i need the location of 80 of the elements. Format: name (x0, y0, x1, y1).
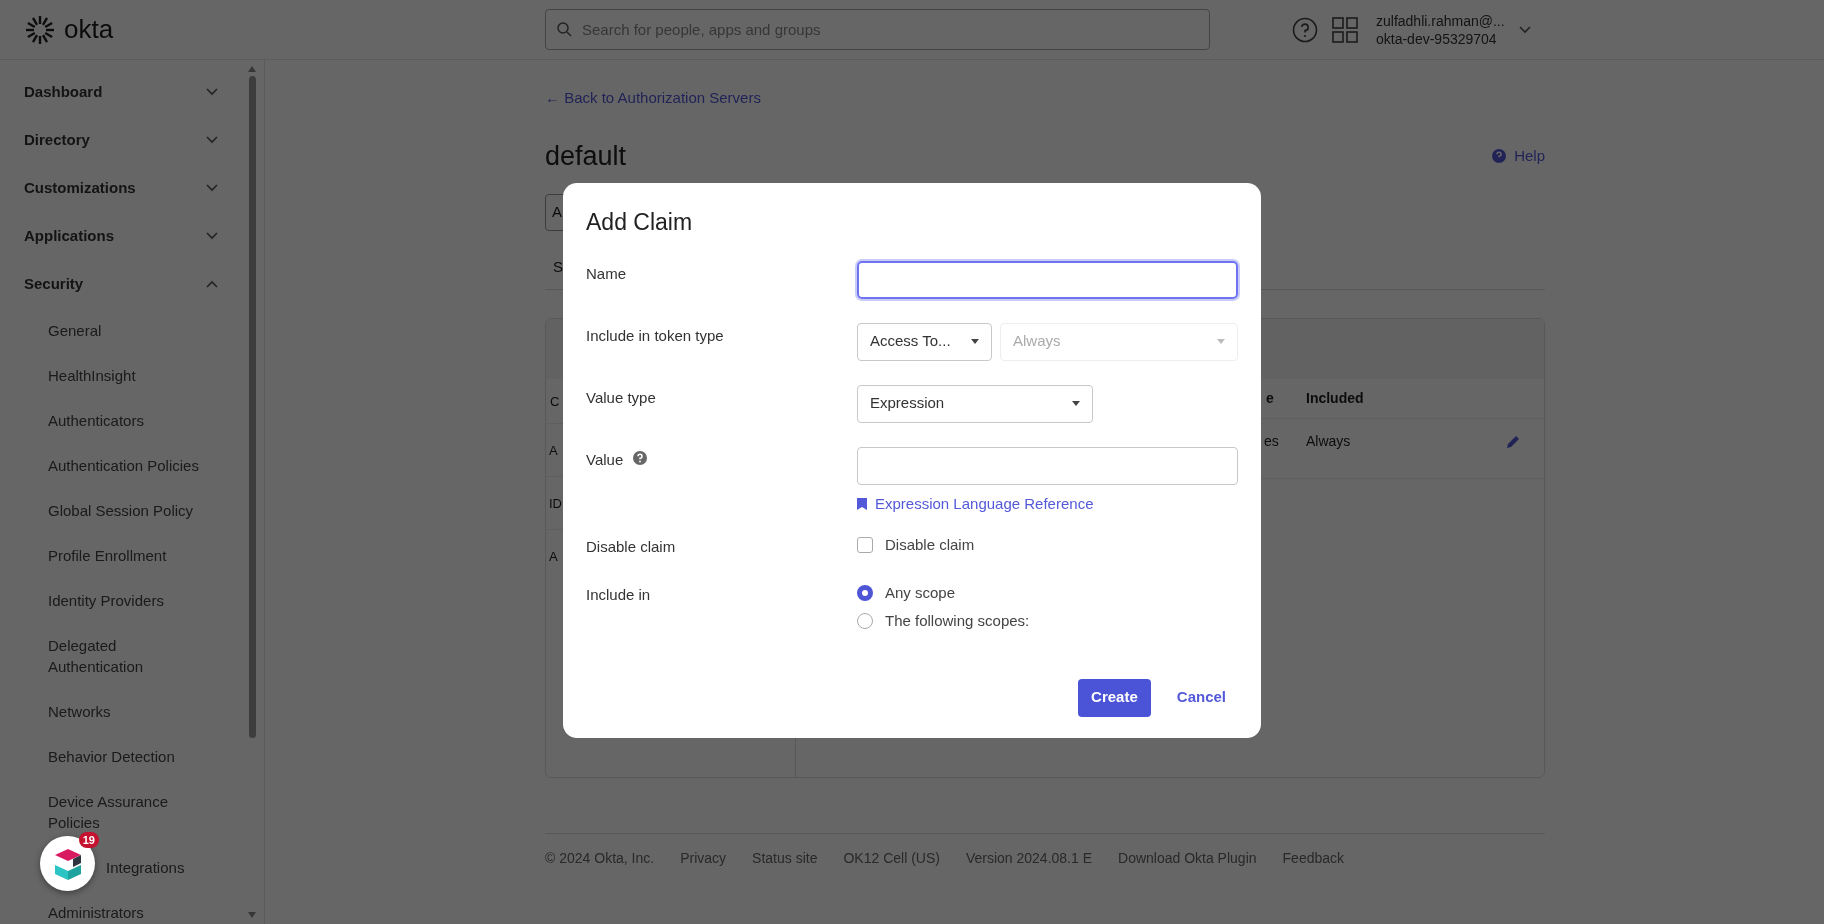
field-label: Value type (586, 387, 656, 408)
caret-icon (1072, 401, 1080, 406)
book-icon (857, 497, 867, 510)
nav-section[interactable]: Applications (24, 212, 218, 260)
nav-item[interactable]: HealthInsight (48, 365, 136, 386)
list-item[interactable]: A (549, 443, 558, 458)
footer-link[interactable]: Download Okta Plugin (1118, 848, 1257, 869)
column-header: e (1266, 389, 1275, 408)
checkbox-label: Disable claim (885, 535, 975, 555)
nav-item[interactable]: Integrations (106, 857, 185, 878)
user-name[interactable]: zulfadhli.rahman@... (1376, 11, 1505, 30)
nav-item[interactable]: Global Session Policy (48, 500, 194, 521)
name-input[interactable] (857, 260, 1238, 299)
create-button[interactable]: Create (1078, 678, 1151, 717)
edit-icon[interactable] (1506, 435, 1520, 449)
nav-item[interactable]: Identity Providers (48, 590, 164, 611)
help-icon (633, 450, 648, 465)
nav-item[interactable]: Behavior Detection (48, 746, 175, 767)
back-link[interactable]: ← Back to Authorization Servers (545, 87, 1545, 110)
scroll-down-icon[interactable] (248, 912, 256, 918)
field-label: Value (586, 449, 624, 470)
chevron-down-icon (1518, 25, 1531, 34)
nav-item[interactable]: Delegated Authentication (48, 635, 208, 677)
dropdown[interactable]: Access To... (857, 322, 992, 361)
nav-section[interactable]: Security (24, 260, 218, 308)
radio-label: Any scope (885, 582, 956, 603)
value-input[interactable] (857, 446, 1238, 485)
help-link[interactable]: Help (1514, 144, 1545, 167)
footer-link[interactable]: OK12 Cell (US) (843, 848, 940, 869)
notification-badge: 19 (78, 832, 99, 848)
scrollbar-thumb[interactable] (248, 76, 256, 738)
page-title: default (545, 139, 627, 173)
field-label: Include in (586, 584, 651, 605)
search-icon (557, 22, 572, 37)
chevron-down-icon (206, 184, 218, 192)
cancel-link[interactable]: Cancel (1174, 678, 1228, 717)
scroll-up-icon[interactable] (248, 66, 256, 72)
nav-section[interactable]: Dashboard (24, 68, 218, 116)
table-cell-text: Always (1306, 432, 1352, 451)
checkbox[interactable] (857, 537, 873, 554)
tab[interactable]: S (545, 258, 563, 275)
nav-item[interactable]: General (48, 320, 102, 341)
nav-item[interactable]: Networks (48, 701, 111, 722)
field-label: Disable claim (586, 537, 676, 557)
org-name: okta-dev-95329704 (1376, 29, 1498, 48)
dropdown[interactable]: Expression (857, 384, 1093, 423)
chevron-up-icon (206, 280, 218, 288)
list-item[interactable]: ID (549, 496, 562, 511)
footer-link[interactable]: Privacy (680, 848, 727, 869)
logo-text: okta (64, 13, 114, 46)
logo-icon (24, 13, 56, 46)
nav-item[interactable]: Profile Enrollment (48, 545, 167, 566)
list-item[interactable]: A (549, 549, 558, 564)
nav-section[interactable]: Directory (24, 116, 218, 164)
nav-item[interactable]: Authentication Policies (48, 455, 199, 476)
radio-button[interactable] (857, 584, 873, 601)
nav-item[interactable]: Device Assurance Policies (48, 791, 208, 833)
radio-button[interactable] (857, 613, 873, 630)
footer-link[interactable]: Feedback (1282, 848, 1345, 869)
chevron-down-icon (206, 136, 218, 144)
modal-title: Add Claim (586, 208, 694, 237)
chevron-down-icon (206, 88, 218, 96)
chevron-down-icon (206, 232, 218, 240)
help-icon[interactable] (1292, 16, 1318, 43)
help-icon (1492, 148, 1507, 163)
footer-link[interactable]: Status site (752, 848, 818, 869)
nav-item[interactable]: Administrators (48, 902, 144, 923)
app-grid-icon[interactable] (1332, 16, 1358, 43)
nav-section[interactable]: Customizations (24, 164, 218, 212)
radio-label: The following scopes: (885, 611, 1030, 631)
nav-item[interactable]: Authenticators (48, 410, 144, 431)
field-label: Include in token type (586, 325, 724, 346)
reference-link[interactable]: Expression Language Reference (875, 492, 1094, 515)
table-cell-text: es (1264, 432, 1280, 451)
list-header: C (550, 394, 560, 409)
caret-icon (971, 339, 979, 344)
footer-link[interactable]: Version 2024.08.1 E (965, 848, 1092, 869)
caret-icon (1217, 339, 1225, 344)
column-header: Included (1306, 389, 1365, 408)
field-label: Name (586, 263, 626, 284)
